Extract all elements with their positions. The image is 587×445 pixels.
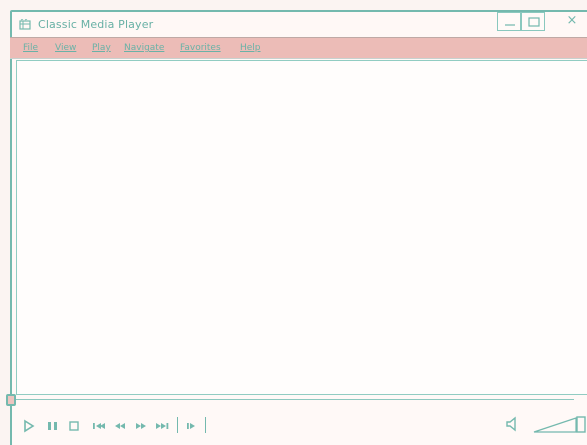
- volume-slider[interactable]: [532, 416, 587, 434]
- menu-bar: File View Play Navigate Favorites Help: [10, 37, 587, 59]
- screen: Classic Media Player × File View Play Na…: [0, 0, 587, 445]
- seek-bar[interactable]: [8, 399, 574, 400]
- volume-thumb[interactable]: [576, 416, 586, 433]
- maximize-button[interactable]: [521, 12, 545, 31]
- rewind-icon[interactable]: [111, 417, 129, 435]
- minimize-icon: [505, 24, 515, 26]
- seek-thumb[interactable]: [6, 394, 16, 406]
- pause-icon[interactable]: [44, 417, 62, 435]
- title-bar[interactable]: Classic Media Player ×: [12, 12, 587, 39]
- maximize-icon: [528, 17, 540, 27]
- toolbar-separator: [177, 417, 178, 433]
- toolbar-separator: [205, 417, 206, 433]
- skip-back-icon[interactable]: [90, 417, 108, 435]
- menu-play[interactable]: Play: [92, 43, 111, 53]
- media-player-window: Classic Media Player × File View Play Na…: [10, 10, 587, 445]
- window-title: Classic Media Player: [38, 18, 154, 31]
- menu-file[interactable]: File: [23, 43, 38, 53]
- menu-navigate[interactable]: Navigate: [124, 43, 164, 53]
- menu-help[interactable]: Help: [240, 43, 261, 53]
- media-player-icon: [19, 19, 31, 30]
- video-display-area[interactable]: [16, 60, 587, 395]
- skip-forward-icon[interactable]: [153, 417, 171, 435]
- frame-step-icon[interactable]: [183, 417, 201, 435]
- transport-controls: [10, 417, 220, 435]
- minimize-button[interactable]: [497, 12, 521, 31]
- menu-favorites[interactable]: Favorites: [180, 43, 221, 53]
- close-button[interactable]: ×: [561, 12, 583, 30]
- menu-view[interactable]: View: [55, 43, 76, 53]
- play-icon[interactable]: [20, 417, 38, 435]
- speaker-icon[interactable]: [505, 416, 519, 432]
- fast-forward-icon[interactable]: [132, 417, 150, 435]
- stop-icon[interactable]: [65, 417, 83, 435]
- window-controls: ×: [497, 12, 587, 32]
